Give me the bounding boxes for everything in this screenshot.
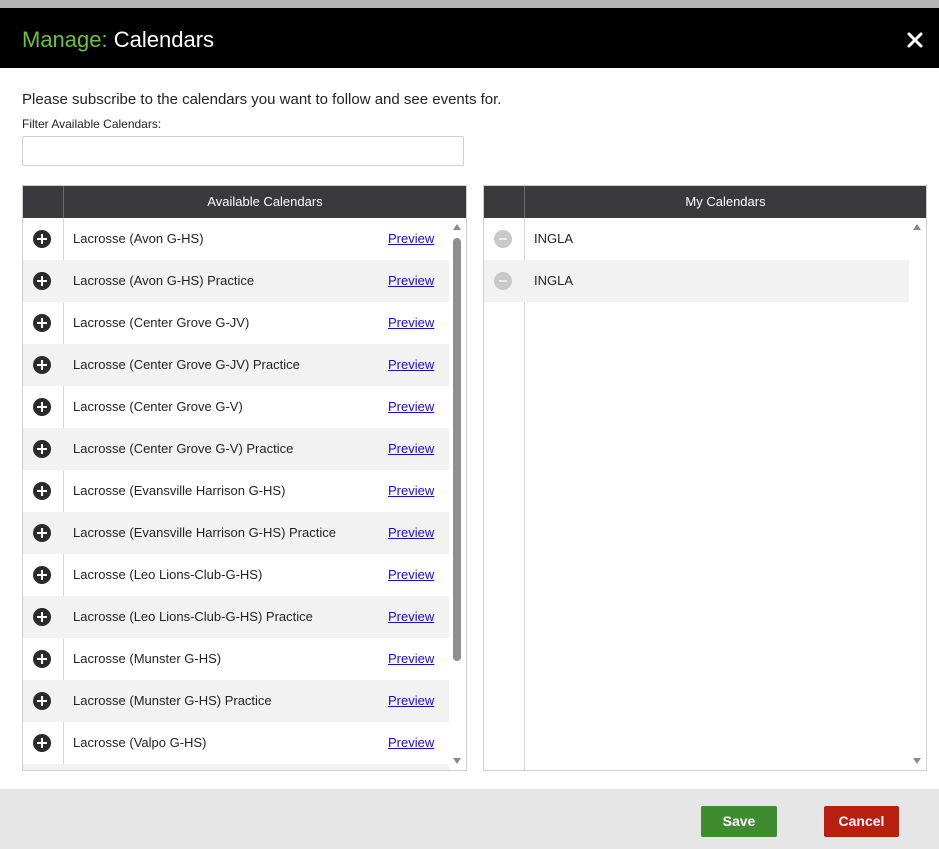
- available-scrollbar[interactable]: [449, 218, 466, 770]
- available-calendar-row: [23, 764, 449, 770]
- add-circle-icon[interactable]: [33, 314, 51, 332]
- remove-circle-icon[interactable]: [494, 272, 512, 290]
- preview-link[interactable]: Preview: [388, 596, 434, 638]
- filter-input[interactable]: [22, 136, 464, 166]
- cancel-button[interactable]: Cancel: [824, 806, 899, 837]
- my-calendars-panel: My Calendars INGLA INGLA: [483, 185, 927, 771]
- available-calendar-row: Lacrosse (Center Grove G-V) Preview: [23, 386, 449, 428]
- my-calendars-scrollbar[interactable]: [909, 218, 926, 770]
- dialog-titlebar: Manage: Calendars: [0, 8, 939, 68]
- dialog-title-main: Calendars: [107, 27, 215, 52]
- calendar-label: INGLA: [534, 231, 574, 246]
- available-calendar-row: Lacrosse (Center Grove G-JV) Preview: [23, 302, 449, 344]
- scroll-up-arrow-icon[interactable]: [913, 224, 921, 230]
- preview-link[interactable]: Preview: [388, 512, 434, 554]
- add-circle-icon[interactable]: [33, 272, 51, 290]
- calendar-label: Lacrosse (Leo Lions-Club-G-HS) Practice: [73, 609, 313, 624]
- my-calendar-row: INGLA: [484, 218, 909, 260]
- calendar-label: Lacrosse (Center Grove G-JV): [73, 315, 250, 330]
- add-circle-icon[interactable]: [33, 566, 51, 584]
- available-calendar-row: Lacrosse (Leo Lions-Club-G-HS) Preview: [23, 554, 449, 596]
- preview-link[interactable]: Preview: [388, 428, 434, 470]
- preview-link[interactable]: Preview: [388, 722, 434, 764]
- filter-label: Filter Available Calendars:: [22, 117, 162, 131]
- add-circle-icon[interactable]: [33, 230, 51, 248]
- preview-link[interactable]: Preview: [388, 680, 434, 722]
- available-calendars-header: Available Calendars: [23, 186, 466, 218]
- header-icon-column: [23, 186, 64, 218]
- close-icon-graphic: [907, 32, 923, 48]
- preview-link[interactable]: Preview: [388, 302, 434, 344]
- dialog-footer: Save Cancel: [0, 789, 939, 849]
- available-calendar-row: Lacrosse (Center Grove G-V) Practice Prev…: [23, 428, 449, 470]
- preview-link[interactable]: Preview: [388, 344, 434, 386]
- available-calendar-row: Lacrosse (Evansville Harrison G-HS) Previ…: [23, 470, 449, 512]
- my-calendars-title: My Calendars: [685, 194, 766, 209]
- calendar-label: INGLA: [534, 273, 574, 288]
- add-circle-icon[interactable]: [33, 440, 51, 458]
- my-calendars-header: My Calendars: [484, 186, 926, 218]
- available-calendar-row: Lacrosse (Avon G-HS) Preview: [23, 218, 449, 260]
- my-calendars-list: INGLA INGLA: [484, 218, 926, 770]
- preview-link[interactable]: Preview: [388, 260, 434, 302]
- preview-link[interactable]: Preview: [388, 638, 434, 680]
- my-calendar-row: INGLA: [484, 260, 909, 302]
- scroll-thumb[interactable]: [453, 238, 461, 661]
- available-calendar-row: Lacrosse (Center Grove G-JV) Practice Pre…: [23, 344, 449, 386]
- calendar-label: Lacrosse (Center Grove G-V) Practice: [73, 441, 294, 456]
- calendar-label: Lacrosse (Evansville Harrison G-HS): [73, 483, 286, 498]
- available-calendar-row: Lacrosse (Valpo G-HS) Preview: [23, 722, 449, 764]
- available-calendars-panel: Available Calendars Lacrosse (Avon G-HS)…: [22, 185, 467, 771]
- add-circle-icon[interactable]: [33, 608, 51, 626]
- preview-link[interactable]: Preview: [388, 386, 434, 428]
- calendar-label: Lacrosse (Center Grove G-JV) Practice: [73, 357, 300, 372]
- scroll-down-arrow-icon[interactable]: [453, 758, 461, 764]
- add-circle-icon[interactable]: [33, 734, 51, 752]
- calendar-label: Lacrosse (Evansville Harrison G-HS) Prac…: [73, 525, 336, 540]
- scroll-up-arrow-icon[interactable]: [453, 224, 461, 230]
- dialog-title: Manage: Calendars: [22, 27, 214, 53]
- preview-link[interactable]: Preview: [388, 554, 434, 596]
- calendar-label: Lacrosse (Valpo G-HS): [73, 735, 207, 750]
- calendar-label: Lacrosse (Center Grove G-V): [73, 399, 243, 414]
- available-calendar-row: Lacrosse (Evansville Harrison G-HS) Prac…: [23, 512, 449, 554]
- preview-link[interactable]: Preview: [388, 218, 434, 260]
- available-calendar-row: Lacrosse (Leo Lions-Club-G-HS) Practice P…: [23, 596, 449, 638]
- available-calendar-row: Lacrosse (Munster G-HS) Practice Preview: [23, 680, 449, 722]
- calendar-label: Lacrosse (Munster G-HS): [73, 651, 222, 666]
- instructions-text: Please subscribe to the calendars you wa…: [22, 91, 502, 108]
- available-calendar-row: Lacrosse (Avon G-HS) Practice Preview: [23, 260, 449, 302]
- dialog-title-prefix: Manage:: [22, 27, 108, 52]
- add-circle-icon[interactable]: [33, 692, 51, 710]
- header-icon-column: [484, 186, 525, 218]
- save-button[interactable]: Save: [701, 806, 777, 837]
- add-circle-icon[interactable]: [33, 356, 51, 374]
- calendar-label: Lacrosse (Avon G-HS): [73, 231, 204, 246]
- preview-link[interactable]: Preview: [388, 470, 434, 512]
- calendar-label: Lacrosse (Avon G-HS) Practice: [73, 273, 255, 288]
- remove-circle-icon[interactable]: [494, 230, 512, 248]
- scroll-down-arrow-icon[interactable]: [913, 758, 921, 764]
- add-circle-icon[interactable]: [33, 524, 51, 542]
- add-circle-icon[interactable]: [33, 650, 51, 668]
- add-circle-icon[interactable]: [33, 398, 51, 416]
- available-calendars-list: Lacrosse (Avon G-HS) Preview Lacrosse (Avo…: [23, 218, 466, 770]
- add-circle-icon[interactable]: [33, 482, 51, 500]
- close-icon[interactable]: [903, 28, 927, 52]
- window-top-strip: [0, 0, 939, 8]
- calendar-label: Lacrosse (Leo Lions-Club-G-HS): [73, 567, 263, 582]
- available-calendars-title: Available Calendars: [207, 194, 323, 209]
- available-calendar-row: Lacrosse (Munster G-HS) Preview: [23, 638, 449, 680]
- calendar-label: Lacrosse (Munster G-HS) Practice: [73, 693, 272, 708]
